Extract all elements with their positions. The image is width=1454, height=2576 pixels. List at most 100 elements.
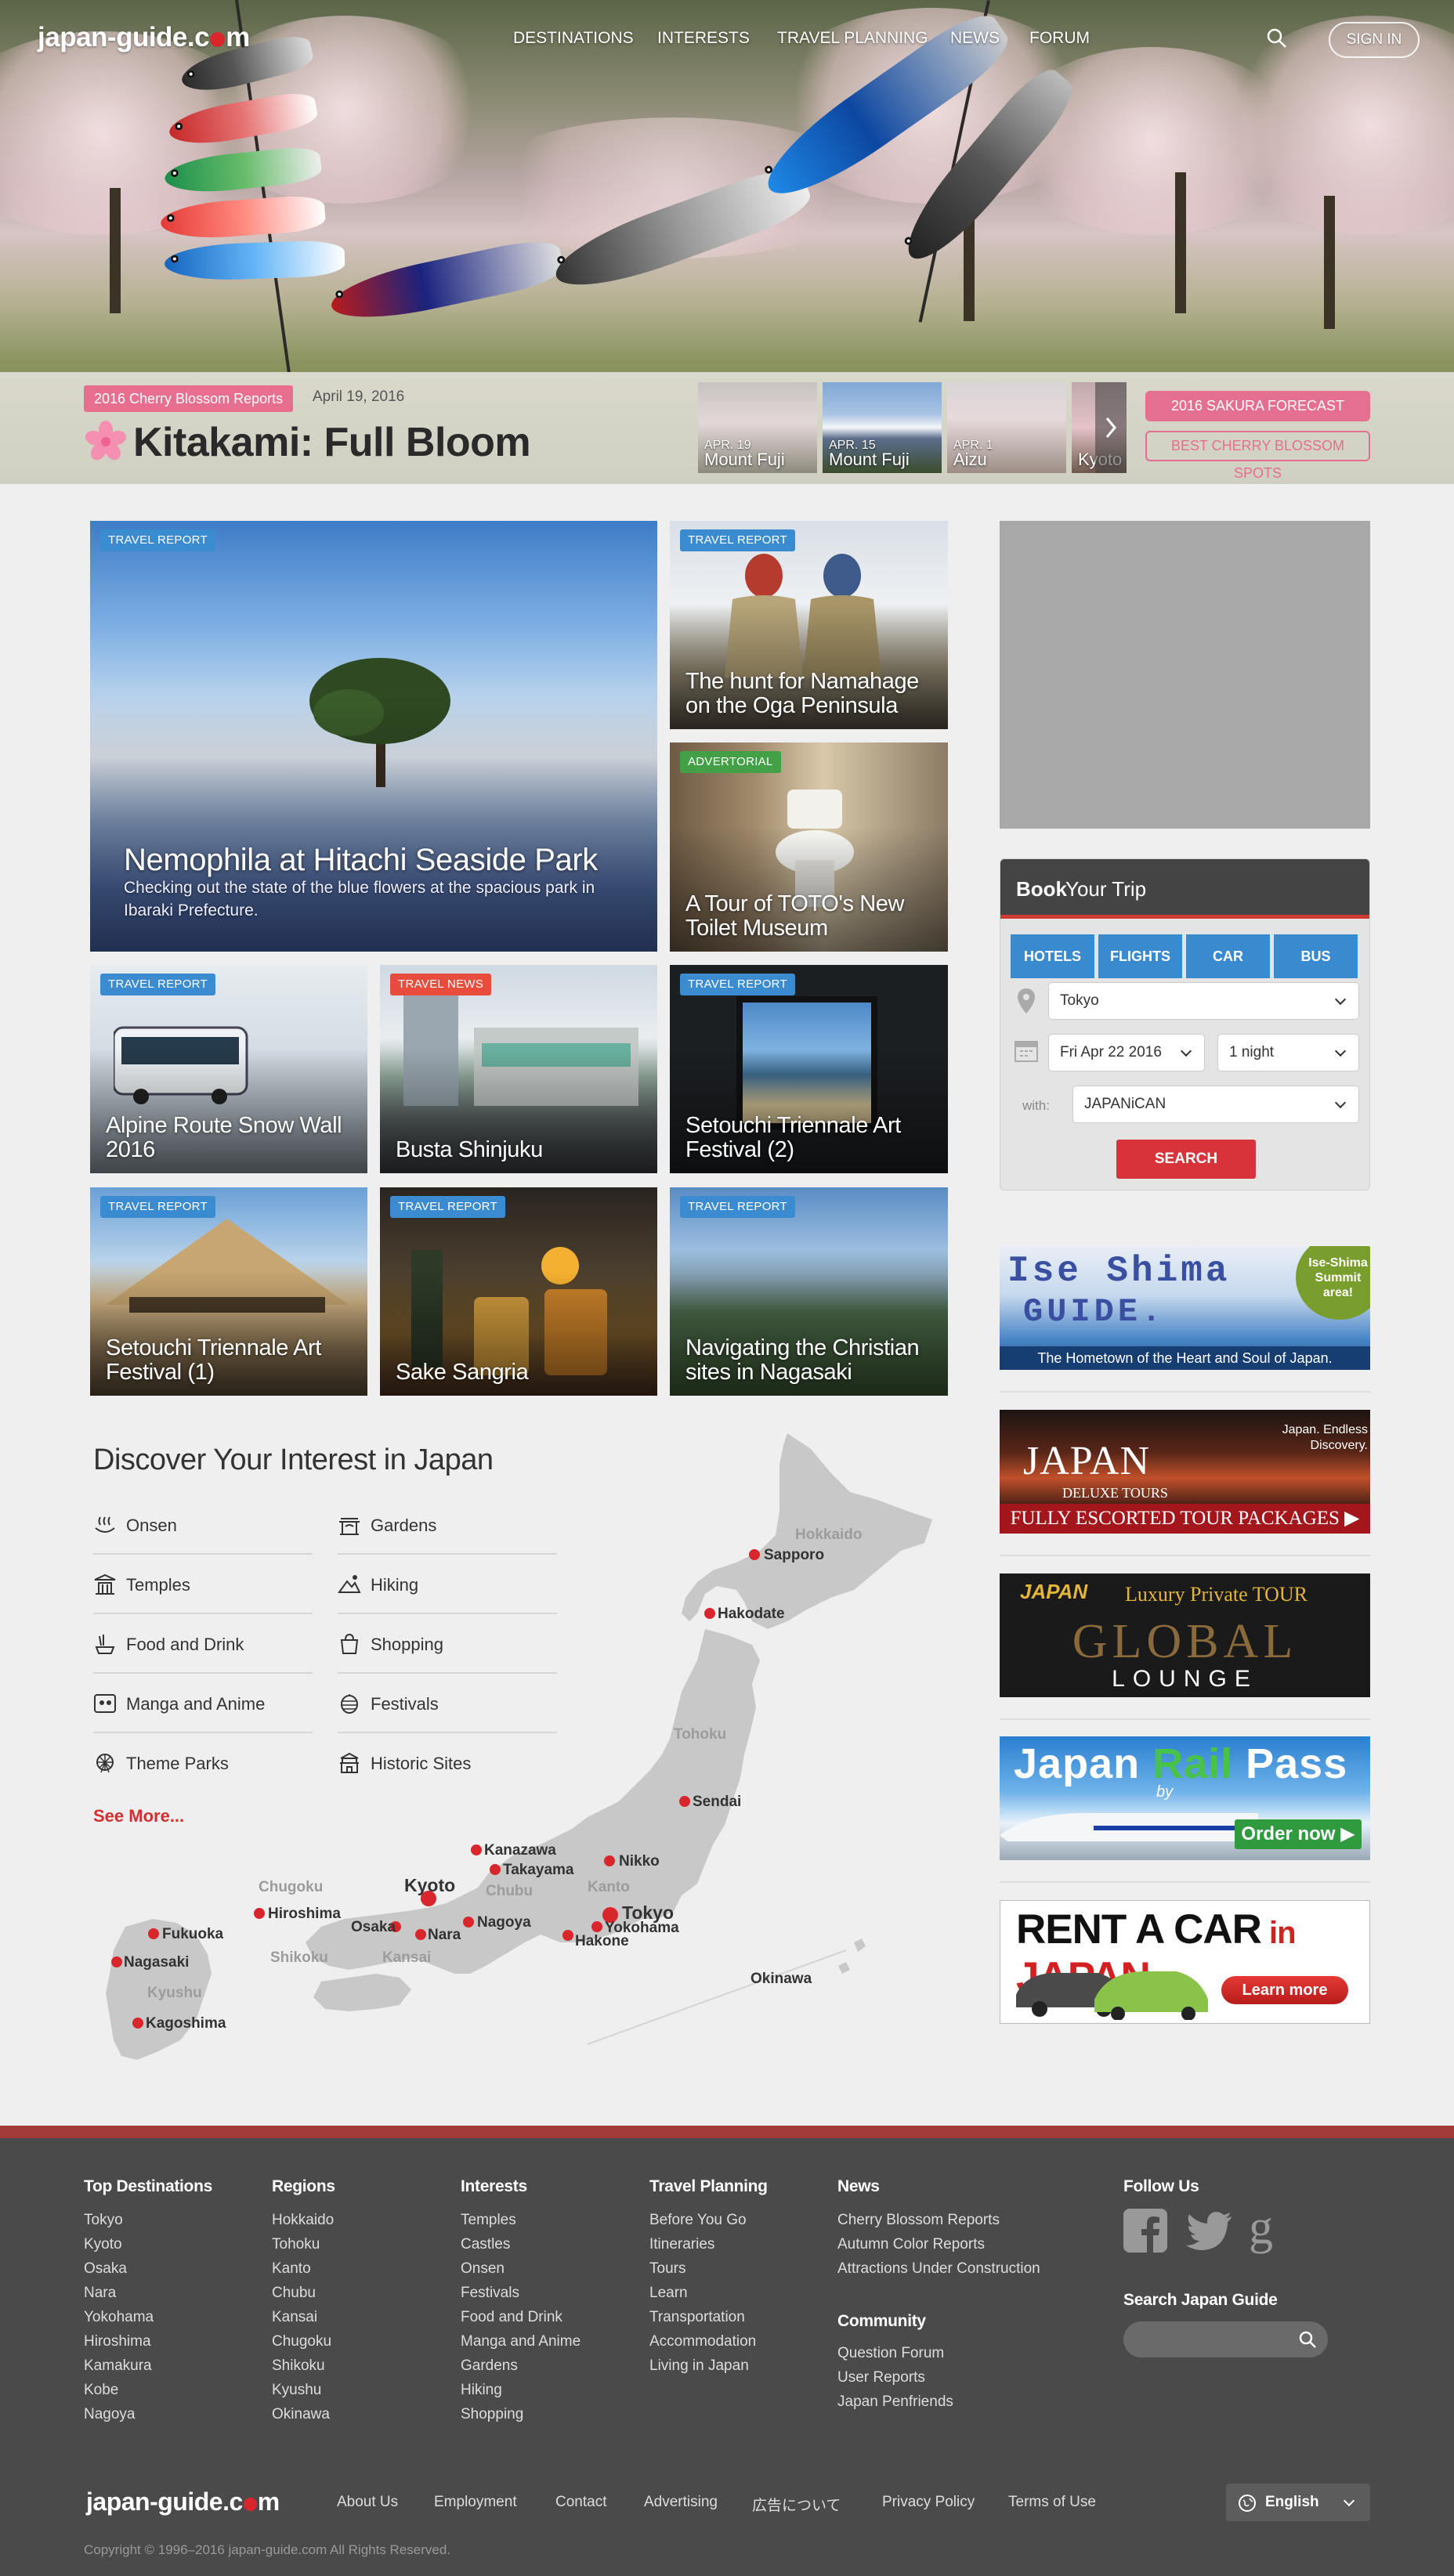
interest-theme-parks[interactable]: Theme Parks (93, 1733, 313, 1793)
footer-link-advertising[interactable]: Advertising (644, 2494, 718, 2511)
footer-link[interactable]: Food and Drink (461, 2309, 562, 2326)
interest-festivals[interactable]: Festivals (338, 1674, 557, 1733)
thumbs-next-button[interactable] (1095, 382, 1127, 473)
footer-link[interactable]: Kyoto (84, 2236, 122, 2253)
footer-link-terms[interactable]: Terms of Use (1008, 2494, 1096, 2511)
sign-in-button[interactable]: SIGN IN (1329, 22, 1420, 58)
nav-travel-planning[interactable]: TRAVEL PLANNING (777, 29, 928, 48)
article-card-christian-sites[interactable]: TRAVEL REPORT Navigating the Christian s… (670, 1187, 948, 1396)
footer-link[interactable]: Japan Penfriends (837, 2394, 953, 2411)
footer-link[interactable]: Yokohama (84, 2309, 154, 2326)
interest-onsen[interactable]: Onsen (93, 1495, 313, 1555)
footer-link-contact[interactable]: Contact (555, 2494, 606, 2511)
article-card-nemophila[interactable]: TRAVEL REPORT Nemophila at Hitachi Seasi… (90, 521, 657, 952)
ad-ise-shima[interactable]: Ise Shima GUIDE. Ise-Shima Summit area! … (1000, 1246, 1370, 1370)
footer-link-about[interactable]: About Us (337, 2494, 398, 2511)
destination-select[interactable]: Tokyo (1048, 982, 1359, 1020)
article-card-sangria[interactable]: TRAVEL REPORT Sake Sangria (380, 1187, 657, 1396)
footer-link[interactable]: Hiroshima (84, 2333, 151, 2350)
footer-link[interactable]: Shopping (461, 2406, 523, 2423)
footer-link[interactable]: Before You Go (649, 2212, 747, 2229)
report-thumb[interactable]: APR. 19 Mount Fuji (698, 382, 817, 473)
footer-link[interactable]: Okinawa (272, 2406, 330, 2423)
footer-logo[interactable]: japan-guide.c m (86, 2487, 280, 2516)
footer-link[interactable]: Festivals (461, 2285, 519, 2302)
footer-link[interactable]: User Reports (837, 2369, 925, 2386)
article-card-toto[interactable]: ADVERTORIAL A Tour of TOTO's New Toilet … (670, 742, 948, 952)
tab-flights[interactable]: FLIGHTS (1098, 934, 1182, 978)
interest-food-and-drink[interactable]: Food and Drink (93, 1614, 313, 1674)
facebook-icon[interactable] (1123, 2209, 1167, 2253)
report-thumb[interactable]: APR. 15 Mount Fuji (823, 382, 942, 473)
footer-link[interactable]: Kanto (272, 2260, 311, 2278)
article-card-setouchi-1[interactable]: TRAVEL REPORT Setouchi Triennale Art Fes… (90, 1187, 367, 1396)
search-icon[interactable] (1265, 27, 1289, 50)
footer-link[interactable]: Cherry Blossom Reports (837, 2212, 1000, 2229)
article-card-busta[interactable]: TRAVEL NEWS Busta Shinjuku (380, 965, 657, 1173)
footer-link[interactable]: Tours (649, 2260, 685, 2278)
ad-placeholder[interactable] (1000, 521, 1370, 829)
footer-link[interactable]: Tohoku (272, 2236, 320, 2253)
interest-temples[interactable]: Temples (93, 1555, 313, 1614)
report-thumb[interactable]: APR. 1 Aizu (947, 382, 1066, 473)
ad-japan-deluxe-tours[interactable]: JAPAN DELUXE TOURS Japan. Endless Discov… (1000, 1410, 1370, 1534)
google-plus-icon[interactable]: g (1247, 2206, 1279, 2256)
footer-link-employment[interactable]: Employment (434, 2494, 517, 2511)
footer-link[interactable]: Osaka (84, 2260, 127, 2278)
provider-select[interactable]: JAPANiCAN (1072, 1086, 1359, 1123)
footer-link[interactable]: Kansai (272, 2309, 317, 2326)
footer-link[interactable]: Chugoku (272, 2333, 331, 2350)
tab-car[interactable]: CAR (1186, 934, 1270, 978)
article-card-namahage[interactable]: TRAVEL REPORT The hunt for Namahage on t… (670, 521, 948, 729)
footer-link[interactable]: Itineraries (649, 2236, 714, 2253)
interest-shopping[interactable]: Shopping (338, 1614, 557, 1674)
footer-link[interactable]: Kamakura (84, 2357, 152, 2375)
feature-title[interactable]: Kitakami: Full Bloom (133, 419, 531, 466)
sakura-forecast-button[interactable]: 2016 SAKURA FORECAST (1145, 391, 1370, 421)
footer-link-privacy[interactable]: Privacy Policy (882, 2494, 975, 2511)
footer-link[interactable]: Attractions Under Construction (837, 2260, 1040, 2278)
footer-link[interactable]: Chubu (272, 2285, 316, 2302)
article-card-setouchi-2[interactable]: TRAVEL REPORT Setouchi Triennale Art Fes… (670, 965, 948, 1173)
ad-global-lounge[interactable]: JAPAN Luxury Private TOUR GLOBAL LOUNGE (1000, 1573, 1370, 1697)
book-search-button[interactable]: SEARCH (1116, 1140, 1256, 1179)
best-spots-button[interactable]: BEST CHERRY BLOSSOM SPOTS (1145, 431, 1370, 481)
footer-link[interactable]: Accommodation (649, 2333, 756, 2350)
ad-rent-a-car[interactable]: RENT A CAR in JAPAN Learn more (1000, 1900, 1370, 2024)
ad-japan-rail-pass[interactable]: Japan Rail Pass by Order now ▶ (1000, 1736, 1370, 1860)
checkin-date-field[interactable]: Fri Apr 22 2016 (1048, 1034, 1205, 1071)
footer-link[interactable]: Question Forum (837, 2345, 944, 2362)
footer-link[interactable]: Onsen (461, 2260, 505, 2278)
twitter-icon[interactable] (1186, 2212, 1233, 2251)
interest-hiking[interactable]: Hiking (338, 1555, 557, 1614)
search-icon[interactable] (1297, 2329, 1318, 2350)
order-now-button[interactable]: Order now ▶ (1235, 1819, 1362, 1849)
nav-news[interactable]: NEWS (950, 29, 1000, 48)
nav-forum[interactable]: FORUM (1029, 29, 1090, 48)
article-card-alpine[interactable]: TRAVEL REPORT Alpine Route Snow Wall 201… (90, 965, 367, 1173)
footer-link[interactable]: Autumn Color Reports (837, 2236, 985, 2253)
learn-more-button[interactable]: Learn more (1221, 1976, 1348, 2004)
footer-link[interactable]: Hiking (461, 2382, 502, 2399)
nav-destinations[interactable]: DESTINATIONS (513, 29, 634, 48)
footer-link-advertising-jp[interactable]: 広告について (752, 2494, 841, 2515)
tab-bus[interactable]: BUS (1274, 934, 1358, 978)
footer-link[interactable]: Nara (84, 2285, 116, 2302)
footer-link[interactable]: Nagoya (84, 2406, 136, 2423)
footer-link[interactable]: Temples (461, 2212, 516, 2229)
nav-interests[interactable]: INTERESTS (657, 29, 750, 48)
footer-link[interactable]: Transportation (649, 2309, 745, 2326)
interest-manga-anime[interactable]: Manga and Anime (93, 1674, 313, 1733)
footer-link[interactable]: Living in Japan (649, 2357, 749, 2375)
tab-hotels[interactable]: HOTELS (1011, 934, 1094, 978)
footer-link[interactable]: Castles (461, 2236, 510, 2253)
interest-gardens[interactable]: Gardens (338, 1495, 557, 1555)
footer-link[interactable]: Kyushu (272, 2382, 321, 2399)
footer-link[interactable]: Gardens (461, 2357, 518, 2375)
footer-link[interactable]: Kobe (84, 2382, 118, 2399)
nights-select[interactable]: 1 night (1217, 1034, 1359, 1071)
site-logo[interactable]: japan-guide.c m (38, 22, 250, 53)
interest-historic-sites[interactable]: Historic Sites (338, 1733, 557, 1793)
footer-link[interactable]: Manga and Anime (461, 2333, 581, 2350)
footer-link[interactable]: Tokyo (84, 2212, 123, 2229)
